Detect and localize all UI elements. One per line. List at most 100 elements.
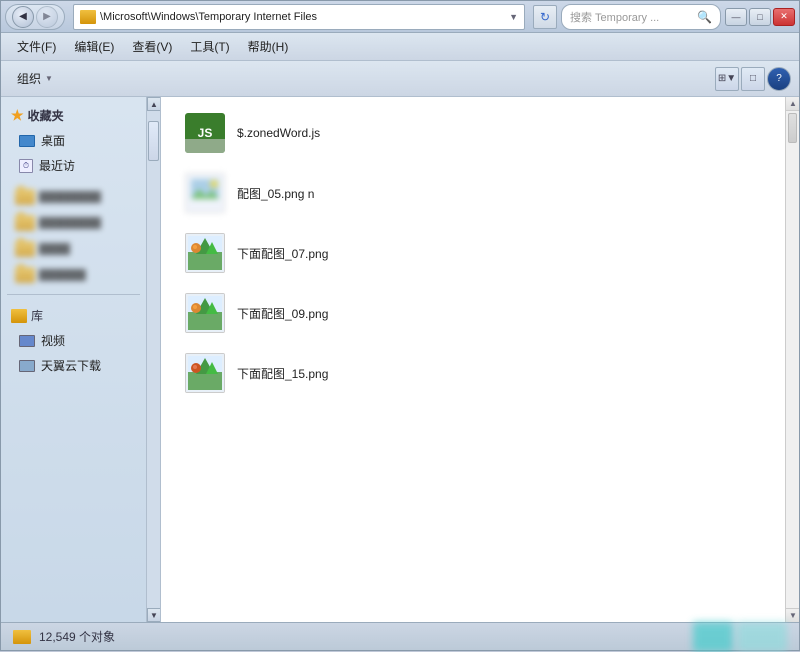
desktop-icon xyxy=(19,135,35,147)
address-dropdown-arrow[interactable]: ▼ xyxy=(509,12,518,22)
sidebar: ★ 收藏夹 桌面 ⏱ 最近访 █████ xyxy=(1,97,161,622)
sidebar-scroll-track xyxy=(147,111,160,608)
search-placeholder-text: 搜索 Temporary ... xyxy=(570,9,693,25)
folder-item-4[interactable]: ██████ xyxy=(9,264,138,286)
nav-button-group: ◀ ▶ xyxy=(5,4,65,30)
title-bar: ◀ ▶ \Microsoft\Windows\Temporary Interne… xyxy=(1,1,799,33)
back-button[interactable]: ◀ xyxy=(12,6,34,28)
maximize-button[interactable]: □ xyxy=(749,8,771,26)
file-name-07: 下面配图_07.png xyxy=(237,245,328,262)
sidebar-item-video[interactable]: 视频 xyxy=(5,328,142,353)
status-thumb-2 xyxy=(737,622,787,652)
recent-icon: ⏱ xyxy=(19,159,33,173)
sidebar-item-cloud[interactable]: 天翼云下载 xyxy=(5,353,142,378)
png-file-icon-09 xyxy=(185,293,225,333)
file-scroll-down[interactable]: ▼ xyxy=(786,608,799,622)
search-icon: 🔍 xyxy=(697,10,712,24)
sidebar-folders-blurred: ████████ ████████ ████ ██████ xyxy=(1,182,146,290)
png-thumbnail-09 xyxy=(186,294,224,332)
menu-bar: 文件(F) 编辑(E) 查看(V) 工具(T) 帮助(H) xyxy=(1,33,799,61)
sidebar-item-desktop[interactable]: 桌面 xyxy=(5,128,142,153)
folder-item-1[interactable]: ████████ xyxy=(9,186,138,208)
file-scrollbar: ▲ ▼ xyxy=(785,97,799,622)
search-bar[interactable]: 搜索 Temporary ... 🔍 xyxy=(561,4,721,30)
file-list: JS $.zonedWord.js 配图_05.png n xyxy=(161,97,799,622)
refresh-icon: ↻ xyxy=(540,10,550,24)
address-folder-icon xyxy=(80,10,96,24)
refresh-button[interactable]: ↻ xyxy=(533,5,557,29)
folder-icon-3 xyxy=(15,241,35,257)
status-thumb-1 xyxy=(693,622,733,652)
file-item-png-07[interactable]: 下面配图_07.png xyxy=(181,227,779,279)
main-area: ★ 收藏夹 桌面 ⏱ 最近访 █████ xyxy=(1,97,799,622)
explorer-window: ◀ ▶ \Microsoft\Windows\Temporary Interne… xyxy=(0,0,800,651)
folder-icon-1 xyxy=(15,189,35,205)
status-folder-icon xyxy=(13,630,31,644)
file-item-png-15[interactable]: 下面配图_15.png xyxy=(181,347,779,399)
menu-view[interactable]: 查看(V) xyxy=(124,35,180,58)
address-bar[interactable]: \Microsoft\Windows\Temporary Internet Fi… xyxy=(73,4,525,30)
file-name-js: $.zonedWord.js xyxy=(237,126,320,140)
png-thumbnail-blurred xyxy=(186,174,224,212)
file-area: JS $.zonedWord.js 配图_05.png n xyxy=(161,97,799,622)
favorites-label: 收藏夹 xyxy=(28,107,64,124)
organize-dropdown-arrow: ▼ xyxy=(45,74,53,83)
close-button[interactable]: ✕ xyxy=(773,8,795,26)
title-bar-left: ◀ ▶ \Microsoft\Windows\Temporary Interne… xyxy=(5,4,721,30)
folder-icon-2 xyxy=(15,215,35,231)
file-item-js[interactable]: JS $.zonedWord.js xyxy=(181,107,779,159)
library-label: 库 xyxy=(31,307,43,324)
folder-item-3[interactable]: ████ xyxy=(9,238,138,260)
file-name-09: 下面配图_09.png xyxy=(237,305,328,322)
library-icon xyxy=(11,309,27,323)
view-pane-button[interactable]: □ xyxy=(741,67,765,91)
recent-label: 最近访 xyxy=(39,157,75,174)
cloud-icon xyxy=(19,360,35,372)
favorites-section: ★ 收藏夹 桌面 ⏱ 最近访 xyxy=(1,97,146,182)
forward-button[interactable]: ▶ xyxy=(36,6,58,28)
menu-tools[interactable]: 工具(T) xyxy=(182,35,237,58)
view-list-button[interactable]: ⊞▼ xyxy=(715,67,739,91)
status-count-text: 12,549 个对象 xyxy=(39,628,115,645)
png-file-icon-blurred xyxy=(185,173,225,213)
png-thumbnail-07 xyxy=(186,234,224,272)
png-file-icon-15 xyxy=(185,353,225,393)
address-text: \Microsoft\Windows\Temporary Internet Fi… xyxy=(100,11,505,23)
sidebar-scrollbar: ▲ ▼ xyxy=(146,97,160,622)
file-name-15: 下面配图_15.png xyxy=(237,365,328,382)
sidebar-item-recent[interactable]: ⏱ 最近访 xyxy=(5,153,142,178)
js-file-icon: JS xyxy=(185,113,225,153)
menu-edit[interactable]: 编辑(E) xyxy=(66,35,122,58)
video-icon xyxy=(19,335,35,347)
organize-button[interactable]: 组织 ▼ xyxy=(9,66,61,91)
file-item-png-blurred[interactable]: 配图_05.png n xyxy=(181,167,779,219)
desktop-label: 桌面 xyxy=(41,132,65,149)
file-scroll-up[interactable]: ▲ xyxy=(786,97,799,111)
file-item-png-09[interactable]: 下面配图_09.png xyxy=(181,287,779,339)
file-scroll-track xyxy=(786,111,799,608)
view-buttons: ⊞▼ □ ? xyxy=(715,67,791,91)
sidebar-scroll-thumb[interactable] xyxy=(148,121,159,161)
favorites-header: ★ 收藏夹 xyxy=(5,103,142,128)
cloud-label: 天翼云下载 xyxy=(41,357,101,374)
folder-item-2[interactable]: ████████ xyxy=(9,212,138,234)
status-bar-right xyxy=(693,622,787,652)
video-label: 视频 xyxy=(41,332,65,349)
minimize-button[interactable]: — xyxy=(725,8,747,26)
file-name-png-blurred: 配图_05.png n xyxy=(237,185,314,202)
file-scroll-thumb[interactable] xyxy=(788,113,797,143)
folder-icon-4 xyxy=(15,267,35,283)
star-icon: ★ xyxy=(11,107,24,124)
library-header: 库 xyxy=(5,303,142,328)
menu-file[interactable]: 文件(F) xyxy=(9,35,64,58)
help-button[interactable]: ? xyxy=(767,67,791,91)
sidebar-scroll-up[interactable]: ▲ xyxy=(147,97,161,111)
png-file-icon-07 xyxy=(185,233,225,273)
library-section: 库 视频 天翼云下载 xyxy=(1,299,146,382)
toolbar: 组织 ▼ ⊞▼ □ ? xyxy=(1,61,799,97)
sidebar-scroll-down[interactable]: ▼ xyxy=(147,608,161,622)
menu-help[interactable]: 帮助(H) xyxy=(240,35,297,58)
window-controls: — □ ✕ xyxy=(725,8,795,26)
png-thumbnail-15 xyxy=(186,354,224,392)
sidebar-divider xyxy=(7,294,140,295)
